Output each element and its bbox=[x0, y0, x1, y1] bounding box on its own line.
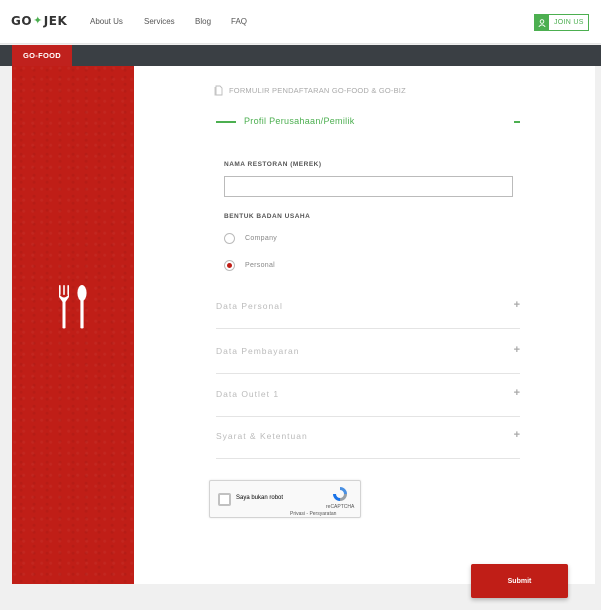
expand-plus-icon[interactable]: + bbox=[514, 299, 520, 311]
section-label: Syarat & Ketentuan bbox=[216, 431, 308, 441]
nav-blog[interactable]: Blog bbox=[195, 17, 211, 26]
section-data-personal[interactable]: Data Personal + bbox=[216, 287, 520, 329]
fork-spoon-icon bbox=[59, 285, 87, 329]
restaurant-name-input[interactable] bbox=[224, 176, 513, 197]
service-tab-bar: GO-FOOD bbox=[0, 45, 601, 66]
expand-plus-icon[interactable]: + bbox=[514, 429, 520, 441]
section-label: Data Personal bbox=[216, 301, 283, 311]
section-dash-icon bbox=[216, 121, 236, 123]
section-data-pembayaran[interactable]: Data Pembayaran + bbox=[216, 332, 520, 374]
form-container: FORMULIR PENDAFTARAN GO-FOOD & GO-BIZ Pr… bbox=[12, 66, 595, 584]
recaptcha-widget: Saya bukan robot reCAPTCHA Privasi - Per… bbox=[209, 480, 361, 518]
submit-button[interactable]: Submit bbox=[471, 564, 568, 598]
section-profile-label: Profil Perusahaan/Pemilik bbox=[244, 116, 355, 126]
section-syarat-ketentuan[interactable]: Syarat & Ketentuan + bbox=[216, 417, 520, 459]
section-profile-header[interactable]: Profil Perusahaan/Pemilik bbox=[216, 115, 522, 129]
restaurant-name-label: NAMA RESTORAN (MEREK) bbox=[224, 161, 322, 168]
section-label: Data Outlet 1 bbox=[216, 389, 280, 399]
gojek-logo[interactable]: GO✦JEK bbox=[11, 14, 67, 28]
scooter-icon: ✦ bbox=[33, 14, 43, 27]
expand-plus-icon[interactable]: + bbox=[514, 387, 520, 399]
logo-text-left: GO bbox=[11, 14, 33, 28]
expand-plus-icon[interactable]: + bbox=[514, 344, 520, 356]
radio-option-company[interactable]: Company bbox=[224, 233, 277, 244]
radio-personal[interactable] bbox=[224, 260, 235, 271]
red-side-panel bbox=[12, 66, 134, 584]
tab-go-food[interactable]: GO-FOOD bbox=[12, 45, 72, 66]
recaptcha-brand: reCAPTCHA bbox=[326, 504, 355, 510]
radio-company-label: Company bbox=[245, 235, 278, 242]
logo-text-right: JEK bbox=[43, 14, 68, 28]
recaptcha-terms-links[interactable]: Privasi - Persyaratan bbox=[290, 511, 336, 517]
join-us-button[interactable]: JOIN US bbox=[534, 14, 589, 31]
section-data-outlet[interactable]: Data Outlet 1 + bbox=[216, 375, 520, 417]
nav-services[interactable]: Services bbox=[144, 17, 175, 26]
form-title-text: FORMULIR PENDAFTARAN GO-FOOD & GO-BIZ bbox=[229, 86, 406, 95]
recaptcha-checkbox[interactable] bbox=[218, 493, 231, 506]
user-icon bbox=[535, 15, 549, 30]
nav-about-us[interactable]: About Us bbox=[90, 17, 123, 26]
radio-option-personal[interactable]: Personal bbox=[224, 260, 275, 271]
top-header: GO✦JEK About Us Services Blog FAQ JOIN U… bbox=[0, 0, 601, 44]
recaptcha-icon bbox=[333, 487, 347, 501]
recaptcha-label: Saya bukan robot bbox=[236, 495, 284, 501]
radio-company[interactable] bbox=[224, 233, 235, 244]
nav-faq[interactable]: FAQ bbox=[231, 17, 247, 26]
radio-personal-label: Personal bbox=[245, 262, 276, 269]
section-label: Data Pembayaran bbox=[216, 346, 300, 356]
entity-type-label: BENTUK BADAN USAHA bbox=[224, 213, 311, 220]
collapse-minus-icon[interactable] bbox=[514, 121, 520, 123]
form-title: FORMULIR PENDAFTARAN GO-FOOD & GO-BIZ bbox=[214, 85, 406, 96]
document-icon bbox=[214, 85, 223, 96]
join-us-label: JOIN US bbox=[554, 19, 584, 26]
